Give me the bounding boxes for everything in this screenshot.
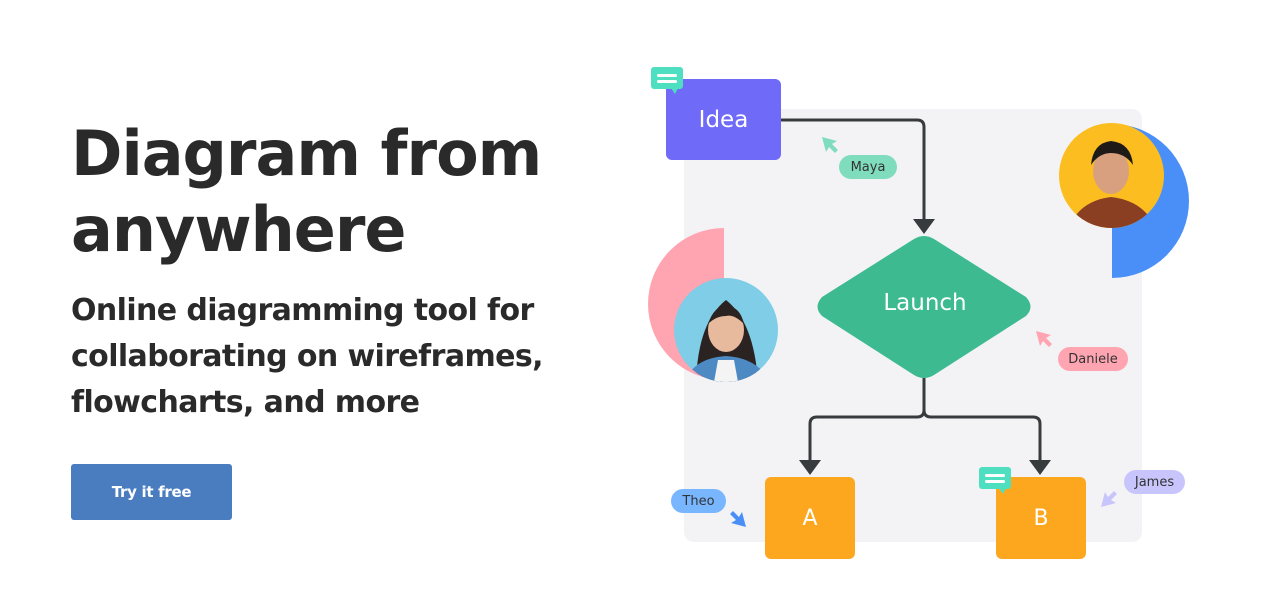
collaborator-label-james: James: [1124, 470, 1185, 494]
cursor-james-icon: [1101, 491, 1117, 507]
arrowhead-a: [799, 460, 821, 475]
node-a[interactable]: A: [765, 477, 855, 559]
connector-launch-b: [922, 409, 1042, 462]
arrowhead-launch: [913, 219, 935, 234]
cursor-theo-icon: [730, 511, 746, 527]
collaborator-label-maya: Maya: [839, 155, 897, 179]
cursor-maya-icon: [822, 137, 838, 153]
node-launch[interactable]: Launch: [824, 290, 1026, 316]
arrowhead-b: [1029, 460, 1051, 475]
connector-launch-a: [808, 378, 926, 462]
collaborator-label-theo: Theo: [671, 489, 726, 513]
comment-icon[interactable]: [651, 67, 684, 95]
cursor-daniele-icon: [1036, 331, 1052, 347]
collaborator-label-daniele: Daniele: [1058, 347, 1128, 371]
comment-icon[interactable]: [979, 467, 1012, 495]
